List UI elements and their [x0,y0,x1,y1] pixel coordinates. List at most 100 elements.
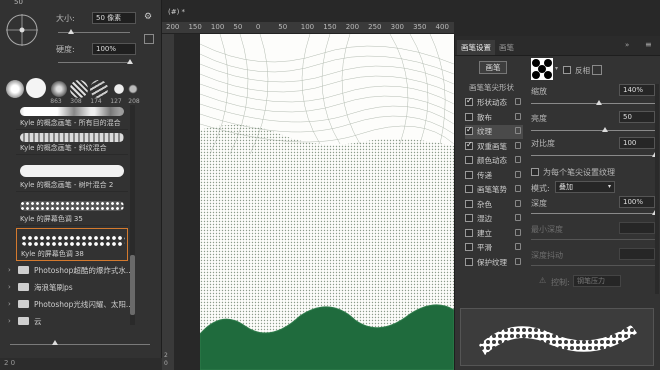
scale-slider-knob[interactable] [596,100,603,105]
checkbox[interactable] [465,185,473,193]
collapse-icon[interactable]: » [625,41,629,49]
lock-icon[interactable] [515,142,521,149]
checkbox[interactable] [465,156,473,164]
option-texture[interactable]: 纹理 [465,125,523,139]
preset-scrollbar[interactable] [130,105,135,325]
invert-checkbox[interactable] [563,66,571,74]
option-transfer[interactable]: 传递 [465,169,523,183]
option-smoothing[interactable]: 平滑 [465,241,523,255]
document-tab[interactable]: (#) * [168,8,185,22]
option-wet-edges[interactable]: 湿边 [465,212,523,226]
brightness-slider-knob[interactable] [602,127,609,132]
brightness-slider-track[interactable] [531,130,655,131]
document-canvas[interactable] [200,34,454,370]
checkbox[interactable] [465,171,473,179]
lock-icon[interactable] [515,127,521,134]
list-item[interactable]: Kyle 的概念画笔 - 所有目的混合 [16,105,128,130]
texture-each-tip-checkbox[interactable] [531,168,539,176]
ruler-mark: 300 [390,23,404,31]
scrollbar-thumb[interactable] [130,255,135,315]
option-protect-texture[interactable]: 保护纹理 [465,256,523,270]
checkbox[interactable] [465,214,473,222]
brush-button[interactable]: 画笔 [479,61,507,74]
option-dual-brush[interactable]: 双重画笔 [465,140,523,154]
option-build-up[interactable]: 建立 [465,227,523,241]
folder-icon [18,300,29,308]
depth-slider-track[interactable] [531,213,655,214]
preview-size-slider-track[interactable] [10,344,150,345]
contrast-label: 对比度 [531,139,555,148]
option-label: 散布 [477,113,492,122]
checkbox[interactable] [465,243,473,251]
texture-thumbnail[interactable] [531,58,553,80]
checkbox[interactable] [465,125,473,135]
chevron-down-icon[interactable]: ▾ [555,65,558,72]
brush-angle-widget[interactable] [4,12,40,48]
hardness-field[interactable]: 100% [92,43,136,55]
preview-size-slider-knob[interactable] [52,340,58,345]
gear-icon[interactable]: ⚙ [144,12,152,22]
add-pattern-icon[interactable] [592,65,602,75]
panel-menu-icon[interactable]: ≡ [645,40,652,49]
list-item-selected[interactable]: Kyle 的屏幕色调 38 [16,228,128,261]
brush-tip-3[interactable] [50,80,68,98]
lock-icon[interactable] [515,243,521,250]
lock-icon[interactable] [515,98,521,105]
option-label: 平滑 [477,243,492,252]
option-noise[interactable]: 杂色 [465,198,523,212]
list-item[interactable]: Kyle 的屏幕色调 35 [16,193,128,226]
tip-size-5: 208 [128,98,140,105]
hard-round-tip[interactable] [26,78,46,98]
option-color-dynamics[interactable]: 颜色动态 [465,154,523,168]
new-preset-icon[interactable] [144,34,154,44]
checkbox[interactable] [465,140,473,150]
tab-brush-settings[interactable]: 画笔设置 [457,40,495,55]
brightness-field[interactable]: 50 [619,111,655,123]
list-item[interactable]: Kyle 的概念画笔 - 树叶混合 2 [16,155,128,192]
size-field[interactable]: 50 像素 [92,12,136,24]
lock-icon[interactable] [515,185,521,192]
depth-field[interactable]: 100% [619,196,655,208]
checkbox[interactable] [465,258,473,266]
contrast-slider-track[interactable] [531,155,655,156]
depth-jitter-slider-track [531,265,655,266]
chevron-right-icon: › [8,283,11,291]
contrast-field[interactable]: 100 [619,137,655,149]
invert-label: 反相 [575,66,590,75]
folder-row[interactable]: › Photoshop超酷的爆炸式水... [6,262,133,279]
folder-row[interactable]: › 海浪笔刷ps [6,279,130,296]
mode-select[interactable]: 叠加 ▾ [555,181,615,193]
folder-row[interactable]: › 云 [6,313,130,330]
tab-brushes[interactable]: 画笔 [495,40,518,55]
folder-row[interactable]: › Photoshop光线闪耀、太阳... [6,296,133,313]
tip-shape-heading[interactable]: 画笔笔尖形状 [469,82,514,93]
scale-slider-track[interactable] [531,103,655,104]
lock-icon[interactable] [515,200,521,207]
option-shape-dynamics[interactable]: 形状动态 [465,96,523,110]
brush-tip-5[interactable] [90,80,108,98]
brush-tip-4[interactable] [70,80,88,98]
lock-icon[interactable] [515,258,521,265]
ruler-mark: 150 [188,23,202,31]
lock-icon[interactable] [515,214,521,221]
scale-field[interactable]: 140% [619,84,655,96]
option-brush-pose[interactable]: 画笔笔势 [465,183,523,197]
checkbox[interactable] [465,229,473,237]
checkbox[interactable] [465,200,473,208]
option-scattering[interactable]: 散布 [465,111,523,125]
checkbox[interactable] [465,96,473,106]
lock-icon[interactable] [515,171,521,178]
brush-tip-7[interactable] [128,80,138,98]
lock-icon[interactable] [515,156,521,163]
size-slider-knob[interactable] [67,29,74,34]
ruler-mark: 150 [323,23,337,31]
hardness-slider-track[interactable] [58,62,130,63]
soft-round-tip[interactable] [6,80,24,98]
checkbox[interactable] [465,113,473,121]
brush-tip-6[interactable] [110,80,128,98]
settings-scrollbar[interactable] [655,84,659,294]
lock-icon[interactable] [515,113,521,120]
list-item[interactable]: Kyle 的概念画笔 - 斜纹混合 [16,130,128,155]
hardness-slider-knob[interactable] [127,59,133,64]
lock-icon[interactable] [515,229,521,236]
